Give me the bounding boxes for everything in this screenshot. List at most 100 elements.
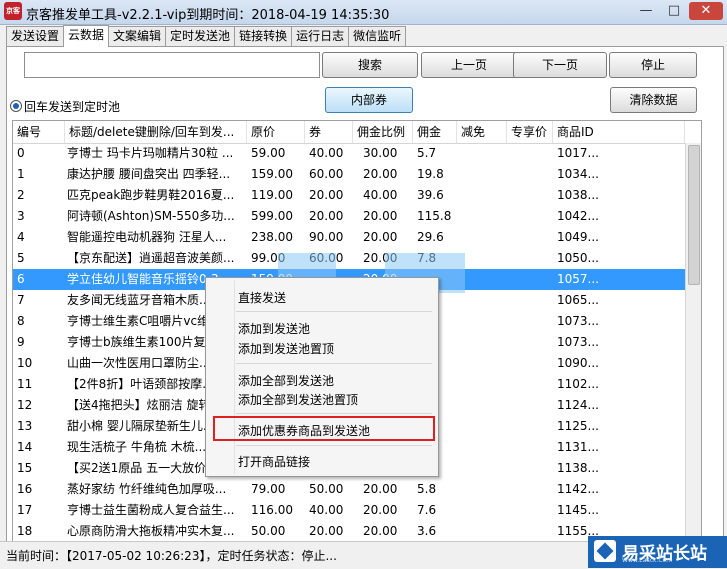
table-cell (507, 395, 553, 416)
minimize-button[interactable]: — (633, 2, 659, 20)
menu-item-add-all-to-pool[interactable]: 添加全部到发送池 (238, 372, 334, 389)
table-cell: 阿诗顿(Ashton)SM-550多功... (67, 209, 235, 223)
column-header[interactable]: 专享价 (507, 121, 553, 143)
next-page-button[interactable]: 下一页 (513, 52, 607, 78)
table-cell: 50.00 (309, 482, 344, 496)
table-cell (507, 290, 553, 311)
table-cell: 20.00 (363, 482, 398, 496)
table-cell: 康达护腰 腰间盘突出 四季轻... (67, 167, 231, 181)
column-header[interactable]: 券 (305, 121, 353, 143)
close-button[interactable]: ✕ (689, 2, 723, 20)
prev-page-button[interactable]: 上一页 (421, 52, 517, 78)
table-cell (457, 353, 507, 374)
table-cell: 14 (17, 440, 33, 454)
clear-data-button[interactable]: 清除数据 (610, 87, 697, 113)
table-cell: 9 (17, 335, 25, 349)
table-cell: 5 (17, 251, 25, 265)
table-row[interactable]: 17 亨博士益生菌粉成人复合益生... 116.00 40.00 20.00 7.6 114… (13, 500, 685, 521)
table-row[interactable]: 5【京东配送】逍遥超音波美颜...99.0060.0020.007.81050.… (13, 248, 685, 269)
table-cell (507, 248, 553, 269)
table-cell (507, 269, 553, 290)
table-cell: 19.8 (417, 167, 444, 181)
tab-cloud-data[interactable]: 云数据 (63, 25, 110, 47)
tab-run-log[interactable]: 运行日志 (291, 26, 350, 46)
table-cell (507, 311, 553, 332)
site-watermark: 易采站长站 Www.Easck.Com (588, 536, 727, 568)
tab-scheduled-pool[interactable]: 定时发送池 (165, 26, 236, 46)
search-input[interactable] (24, 52, 320, 78)
table-cell (507, 206, 553, 227)
menu-item-open-link[interactable]: 打开商品链接 (238, 453, 310, 470)
table-cell: 1138... (557, 461, 599, 475)
table-cell: 20.00 (309, 188, 344, 202)
table-cell (457, 206, 507, 227)
scrollbar-thumb[interactable] (688, 145, 700, 285)
table-cell: 116.00 (251, 503, 293, 517)
table-cell: 12 (17, 398, 33, 412)
table-cell: 3 (17, 209, 25, 223)
table-row[interactable]: 1 康达护腰 腰间盘突出 四季轻... 159.00 60.00 20.00 19.8 10… (13, 164, 685, 185)
tab-copy-editor[interactable]: 文案编辑 (108, 26, 167, 46)
table-cell: 1142... (557, 482, 599, 496)
maximize-button[interactable]: □ (661, 2, 687, 20)
column-header[interactable]: 标题/delete键删除/回车到发... (65, 121, 247, 143)
tab-send-settings[interactable]: 发送设置 (6, 26, 65, 46)
tab-bar: 发送设置 云数据 文案编辑 定时发送池 链接转换 运行日志 微信监听 (6, 25, 407, 47)
table-cell: 15 (17, 461, 33, 475)
stop-button[interactable]: 停止 (609, 52, 697, 78)
table-row[interactable]: 16 蒸好家纺 竹纤维纯色加厚吸... 79.00 50.00 20.00 5.8 1142… (13, 479, 685, 500)
table-cell (457, 185, 507, 206)
menu-item-add-all-to-pool-top[interactable]: 添加全部到发送池置顶 (238, 391, 358, 408)
table-row[interactable]: 2 匹克peak跑步鞋男鞋2016夏... 119.00 20.00 40.00 39.6… (13, 185, 685, 206)
column-header[interactable]: 佣金比例 (353, 121, 413, 143)
status-text: 当前时间：【2017-05-02 10:26:23】，定时任务状态：停止... (6, 549, 337, 563)
menu-item-add-to-pool-top[interactable]: 添加到发送池置顶 (238, 340, 334, 357)
table-cell (457, 227, 507, 248)
table-cell: 3.6 (417, 524, 437, 538)
table-cell: 2 (17, 188, 25, 202)
table-cell: 【京东配送】逍遥超音波美颜... (67, 251, 235, 265)
menu-separator (236, 445, 432, 446)
column-header[interactable]: 减免 (457, 121, 507, 143)
table-cell (507, 143, 553, 164)
table-row[interactable]: 3 阿诗顿(Ashton)SM-550多功... 599.00 20.00 20.00 1… (13, 206, 685, 227)
table-cell: 5.8 (417, 482, 437, 496)
table-row[interactable]: 4 智能遥控电动机器狗 汪星人... 238.00 90.00 20.00 29.6 104… (13, 227, 685, 248)
table-row[interactable]: 0 亨博士 玛卡片玛咖精片30粒 ... 59.00 40.00 30.00 5.7 101… (13, 143, 685, 164)
table-cell (507, 332, 553, 353)
table-cell: 238.00 (251, 230, 293, 244)
table-cell: 20.00 (363, 503, 398, 517)
table-cell: 7.6 (417, 503, 437, 517)
table-cell: 1050... (557, 251, 599, 265)
search-button[interactable]: 搜索 (322, 52, 418, 78)
table-cell: 亨博士益生菌粉成人复合益生... (67, 503, 235, 517)
column-header[interactable]: 原价 (247, 121, 305, 143)
table-cell: 0 (17, 146, 25, 160)
table-cell: 1125... (557, 419, 599, 433)
table-cell (457, 458, 507, 479)
table-cell: 匹克peak跑步鞋男鞋2016夏... (67, 188, 235, 202)
table-cell: 1034... (557, 167, 599, 181)
table-cell: 亨博士 玛卡片玛咖精片30粒 ... (67, 146, 234, 160)
column-header[interactable]: 佣金 (413, 121, 457, 143)
table-cell (507, 521, 553, 541)
menu-separator (236, 363, 432, 364)
column-header[interactable]: 商品ID (553, 121, 685, 143)
table-cell: 1073... (557, 314, 599, 328)
menu-item-send-directly[interactable]: 直接发送 (238, 289, 286, 306)
table-cell: 50.00 (251, 524, 286, 538)
tab-link-convert[interactable]: 链接转换 (234, 26, 293, 46)
menu-item-add-to-pool[interactable]: 添加到发送池 (238, 320, 310, 337)
tab-wechat-monitor[interactable]: 微信监听 (348, 26, 407, 46)
column-header[interactable]: 编号 (13, 121, 65, 143)
table-cell: 11 (17, 377, 33, 391)
enter-to-schedule-radio[interactable] (10, 100, 22, 112)
vertical-scrollbar[interactable] (685, 143, 701, 541)
table-cell: 20.00 (309, 524, 344, 538)
table-cell: 1145... (557, 503, 599, 517)
app-logo-icon: 京客 (4, 2, 22, 20)
table-cell (507, 479, 553, 500)
internal-coupon-button[interactable]: 内部券 (325, 87, 413, 113)
table-row[interactable]: 18 心原商防滑大拖板精冲实木复... 50.00 20.00 20.00 3.6 1155… (13, 521, 685, 541)
table-cell (457, 374, 507, 395)
